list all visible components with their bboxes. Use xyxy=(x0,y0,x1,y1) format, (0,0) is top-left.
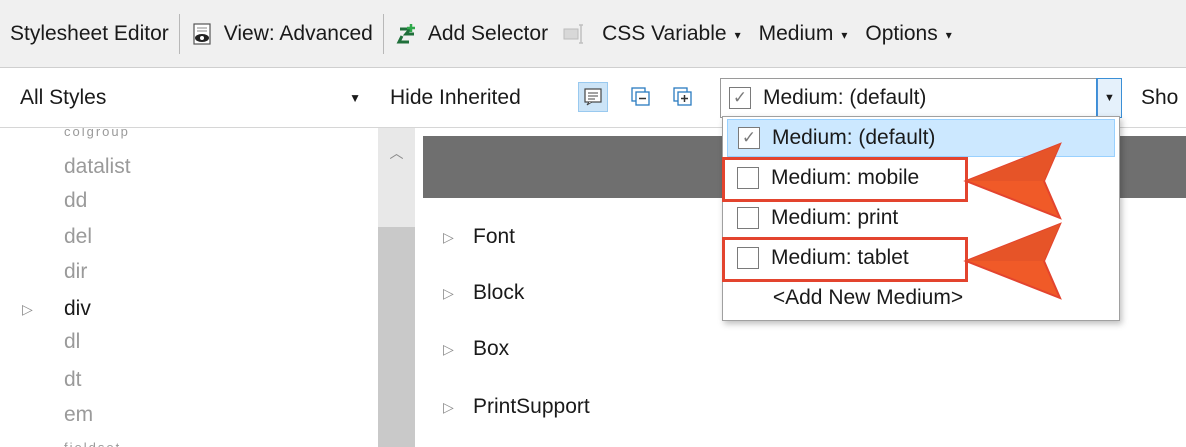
css-variable-label: CSS Variable xyxy=(602,21,727,45)
tree-item[interactable]: datalist xyxy=(0,150,378,184)
tree-item-label: div xyxy=(64,297,91,320)
tree-item-cut[interactable]: fieldset xyxy=(0,430,378,447)
tree-item-cut[interactable]: colgroup xyxy=(0,128,378,148)
add-selector-icon xyxy=(394,21,420,47)
toolbar-separator xyxy=(178,13,180,54)
medium-checkbox-icon: ✓ xyxy=(729,87,751,109)
toolbar-separator xyxy=(382,13,384,54)
property-group-label: Block xyxy=(473,281,525,304)
medium-option-label: Medium: print xyxy=(771,206,899,229)
property-group-box[interactable]: ▷ Box xyxy=(443,332,509,366)
options-menu[interactable]: Options ▾ xyxy=(865,0,951,67)
tree-item-label: dt xyxy=(64,368,82,391)
property-group-printsupport[interactable]: ▷ PrintSupport xyxy=(443,390,590,424)
chevron-down-icon: ▾ xyxy=(945,27,952,42)
add-selector-label: Add Selector xyxy=(427,21,549,45)
property-group-label: Font xyxy=(473,225,516,248)
collapse-all-button[interactable] xyxy=(626,82,656,112)
expand-triangle-icon[interactable]: ▷ xyxy=(443,229,473,246)
property-list-icon xyxy=(562,21,588,47)
scroll-up-icon[interactable]: ︿ xyxy=(378,138,415,168)
tree-item-label: datalist xyxy=(64,155,131,178)
tree-item[interactable]: dt xyxy=(0,363,378,397)
tree-item[interactable]: em xyxy=(0,398,378,432)
chevron-down-icon: ▾ xyxy=(734,27,741,42)
tree-item[interactable]: dl xyxy=(0,325,378,359)
add-selector-button[interactable]: Add Selector xyxy=(394,0,548,67)
editor-title: Stylesheet Editor xyxy=(0,0,169,67)
styles-filter-select[interactable]: All Styles ▼ xyxy=(14,80,369,116)
property-group-label: PrintSupport xyxy=(473,395,590,418)
medium-menu[interactable]: Medium ▾ xyxy=(759,0,848,67)
highlight-box-mobile xyxy=(722,157,968,202)
callout-arrow-icon xyxy=(963,222,1062,300)
tree-item[interactable]: dir xyxy=(0,255,378,289)
show-filter-text: Sho xyxy=(1141,86,1179,109)
medium-select[interactable]: ✓ Medium: (default) ▼ xyxy=(720,78,1122,118)
view-mode-label: View: Advanced xyxy=(223,21,373,45)
show-filter-label[interactable]: Sho xyxy=(1141,68,1178,128)
property-group-font[interactable]: ▷ Font xyxy=(443,220,515,254)
property-group-block[interactable]: ▷ Block xyxy=(443,276,524,310)
disabled-toolbar-button[interactable] xyxy=(562,0,588,67)
medium-select-value: Medium: (default) xyxy=(763,86,927,109)
show-properties-button[interactable] xyxy=(578,82,608,112)
medium-option-label: Medium: (default) xyxy=(772,126,936,149)
expand-triangle-icon[interactable]: ▷ xyxy=(22,301,33,318)
expand-triangle-icon[interactable]: ▷ xyxy=(443,285,473,302)
tree-scrollbar[interactable]: ︿ xyxy=(378,128,415,447)
hide-inherited-button[interactable]: Hide Inherited xyxy=(390,68,521,128)
dropdown-arrow-icon[interactable]: ▼ xyxy=(1096,78,1122,118)
view-mode-button[interactable]: View: Advanced xyxy=(190,0,373,67)
comment-list-icon xyxy=(584,88,602,106)
chevron-down-icon: ▾ xyxy=(841,27,848,42)
expand-all-button[interactable] xyxy=(668,82,698,112)
scrollbar-thumb[interactable] xyxy=(378,227,415,447)
selector-tree: colgroup datalist dd del dir ▷ div dl dt… xyxy=(0,128,415,447)
expand-triangle-icon[interactable]: ▷ xyxy=(443,399,473,416)
checkbox-checked-icon[interactable]: ✓ xyxy=(738,127,760,149)
highlight-box-tablet xyxy=(722,237,968,282)
tree-item-label: dir xyxy=(64,260,88,283)
tree-item-label: dl xyxy=(64,330,81,353)
tree-item-label: em xyxy=(64,403,94,426)
editor-title-label: Stylesheet Editor xyxy=(10,21,169,45)
add-new-medium-label: <Add New Medium> xyxy=(772,286,964,309)
main-toolbar: Stylesheet Editor View: Advanced Add Sel… xyxy=(0,0,1186,68)
property-group-label: Box xyxy=(473,337,510,360)
tree-item-label: del xyxy=(64,225,93,248)
tree-item[interactable]: ▷ div xyxy=(0,292,378,326)
expand-triangle-icon[interactable]: ▷ xyxy=(443,341,473,358)
tree-item[interactable]: dd xyxy=(0,184,378,218)
view-eye-icon xyxy=(190,21,216,47)
medium-menu-label: Medium xyxy=(758,21,834,45)
css-variable-menu[interactable]: CSS Variable ▾ xyxy=(602,0,741,67)
expand-all-icon xyxy=(673,87,692,106)
tree-item[interactable]: del xyxy=(0,220,378,254)
collapse-all-icon xyxy=(631,87,650,106)
styles-filter-value: All Styles xyxy=(20,86,107,109)
checkbox-icon[interactable] xyxy=(737,207,759,229)
chevron-down-icon: ▼ xyxy=(349,91,361,105)
callout-arrow-icon xyxy=(963,142,1062,220)
hide-inherited-label: Hide Inherited xyxy=(390,86,521,109)
options-menu-label: Options xyxy=(865,21,938,45)
tree-item-label: dd xyxy=(64,189,88,212)
